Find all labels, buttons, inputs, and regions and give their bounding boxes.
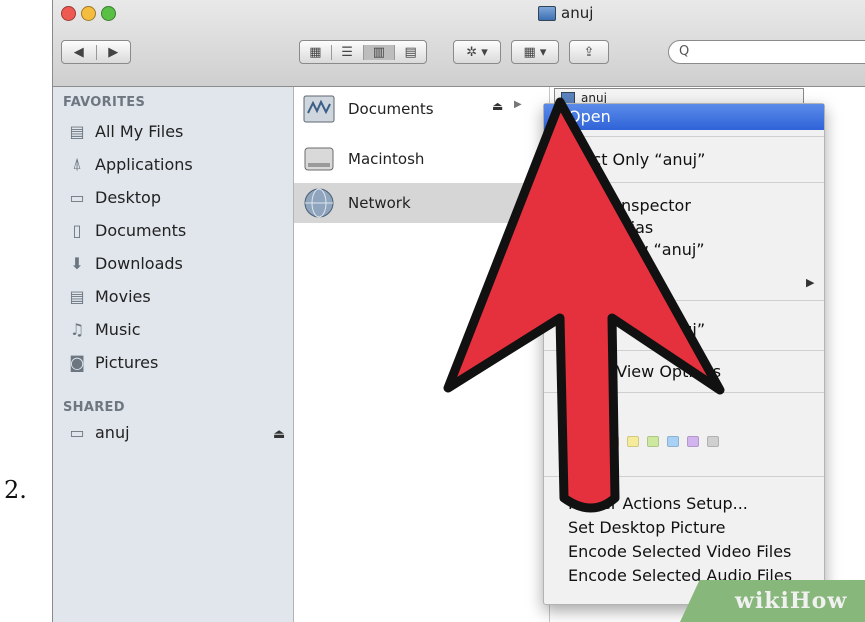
sidebar-item-downloads[interactable]: ⬇ Downloads bbox=[67, 253, 183, 273]
arrange-button[interactable]: ▦ ▾ bbox=[511, 40, 559, 64]
sidebar-item-label: Movies bbox=[95, 286, 151, 306]
submenu-arrow-icon: ▶ bbox=[806, 276, 815, 289]
sidebar-item-label: All My Files bbox=[95, 121, 184, 141]
share-icon: ⇪ bbox=[583, 44, 595, 60]
sidebar-item-applications[interactable]: ⍋ Applications bbox=[67, 154, 193, 174]
label-blue-swatch[interactable] bbox=[666, 436, 679, 447]
close-button[interactable] bbox=[61, 6, 76, 21]
view-mode-control: ▦ ☰ ▥ ▤ bbox=[299, 40, 427, 64]
pictures-icon: ◙ bbox=[69, 352, 85, 372]
sidebar: FAVORITES ▤ All My Files ⍋ Applications … bbox=[53, 87, 294, 622]
favorites-heading: FAVORITES bbox=[63, 95, 146, 110]
list-item-network[interactable]: Network bbox=[294, 183, 549, 223]
coverflow-view-icon[interactable]: ▤ bbox=[395, 45, 426, 60]
label-gray-swatch[interactable] bbox=[706, 436, 719, 447]
window-title-bar: anuj bbox=[538, 4, 593, 22]
computer-icon: ▭ bbox=[69, 422, 85, 442]
sidebar-item-label: Applications bbox=[95, 154, 193, 174]
sidebar-item-documents[interactable]: ▯ Documents bbox=[67, 220, 187, 240]
search-icon: Q bbox=[679, 44, 690, 59]
chevron-left-icon[interactable]: ◀ bbox=[62, 44, 97, 60]
desktop-icon: ▭ bbox=[69, 187, 85, 207]
sidebar-item-label: Downloads bbox=[95, 253, 183, 273]
list-view-icon[interactable]: ☰ bbox=[332, 44, 364, 60]
menu-separator bbox=[544, 392, 824, 393]
menu-separator bbox=[544, 350, 824, 351]
shared-heading: SHARED bbox=[63, 400, 125, 415]
label-orange-swatch[interactable] bbox=[606, 436, 619, 447]
applications-icon: ⍋ bbox=[72, 154, 82, 173]
network-globe-icon bbox=[304, 188, 334, 218]
chevron-right-icon: ▶ bbox=[514, 99, 522, 110]
back-forward-control: ◀ ▶ bbox=[61, 40, 131, 64]
list-item-label: Documents bbox=[348, 100, 434, 118]
list-item-documents[interactable]: Documents ⏏ ▶ bbox=[294, 89, 549, 129]
menu-separator bbox=[544, 136, 824, 137]
menu-item-open[interactable]: Open bbox=[544, 104, 824, 130]
sidebar-item-label: Desktop bbox=[95, 187, 161, 207]
step-number: 2. bbox=[4, 476, 27, 504]
menu-separator bbox=[544, 476, 824, 477]
column-browser-1: Documents ⏏ ▶ Macintosh Network bbox=[294, 87, 550, 622]
watermark-text: wikiHow bbox=[735, 588, 848, 614]
toolbar: anuj ◀ ▶ ▦ ☰ ▥ ▤ ✲ ▾ ▦ ▾ ⇪ Q bbox=[53, 0, 865, 87]
eject-icon[interactable]: ⏏ bbox=[273, 427, 285, 442]
traffic-lights bbox=[61, 6, 116, 21]
sidebar-item-pictures[interactable]: ◙ Pictures bbox=[67, 352, 158, 372]
label-green-swatch[interactable] bbox=[646, 436, 659, 447]
hard-drive-icon bbox=[304, 147, 334, 171]
zoom-button[interactable] bbox=[101, 6, 116, 21]
icon-view-icon[interactable]: ▦ bbox=[300, 44, 332, 60]
share-button[interactable]: ⇪ bbox=[569, 40, 609, 64]
clear-label-button[interactable]: × bbox=[568, 434, 579, 449]
window-title: anuj bbox=[561, 4, 594, 22]
movies-icon: ▤ bbox=[69, 286, 85, 306]
list-item-label: Network bbox=[348, 194, 411, 212]
sidebar-item-label: Music bbox=[95, 319, 141, 339]
sidebar-item-music[interactable]: ♫ Music bbox=[67, 319, 141, 339]
context-menu: Open Eject Only “anuj” Show Inspector Ma… bbox=[543, 103, 825, 605]
menu-separator bbox=[544, 300, 824, 301]
sidebar-item-all-my-files[interactable]: ▤ All My Files bbox=[67, 121, 183, 141]
menu-separator bbox=[544, 182, 824, 183]
sidebar-item-label: Documents bbox=[95, 220, 187, 240]
list-item-label: Macintosh bbox=[348, 150, 425, 168]
gear-icon: ✲ ▾ bbox=[466, 44, 488, 60]
sidebar-item-anuj[interactable]: ▭ anuj bbox=[67, 422, 130, 442]
documents-icon: ▯ bbox=[72, 220, 82, 240]
disk-image-icon bbox=[303, 95, 335, 123]
minimize-button[interactable] bbox=[81, 6, 96, 21]
all-files-icon: ▤ bbox=[69, 121, 85, 141]
label-red-swatch[interactable] bbox=[586, 436, 599, 447]
arrange-icon: ▦ ▾ bbox=[523, 44, 547, 60]
downloads-icon: ⬇ bbox=[70, 253, 84, 273]
sidebar-item-desktop[interactable]: ▭ Desktop bbox=[67, 187, 161, 207]
action-button[interactable]: ✲ ▾ bbox=[453, 40, 501, 64]
label-purple-swatch[interactable] bbox=[686, 436, 699, 447]
sidebar-item-label: Pictures bbox=[95, 352, 159, 372]
chevron-right-icon[interactable]: ▶ bbox=[97, 45, 131, 60]
sidebar-item-label: anuj bbox=[95, 422, 130, 442]
music-icon: ♫ bbox=[69, 319, 85, 339]
column-view-icon[interactable]: ▥ bbox=[363, 44, 396, 60]
sidebar-item-movies[interactable]: ▤ Movies bbox=[67, 286, 151, 306]
label-yellow-swatch[interactable] bbox=[626, 436, 639, 447]
search-input[interactable]: Q bbox=[668, 40, 865, 64]
network-drive-icon bbox=[538, 5, 556, 21]
eject-icon[interactable]: ⏏ bbox=[492, 99, 503, 113]
list-item-macintosh[interactable]: Macintosh bbox=[294, 139, 549, 179]
label-color-swatches: × bbox=[568, 434, 719, 449]
